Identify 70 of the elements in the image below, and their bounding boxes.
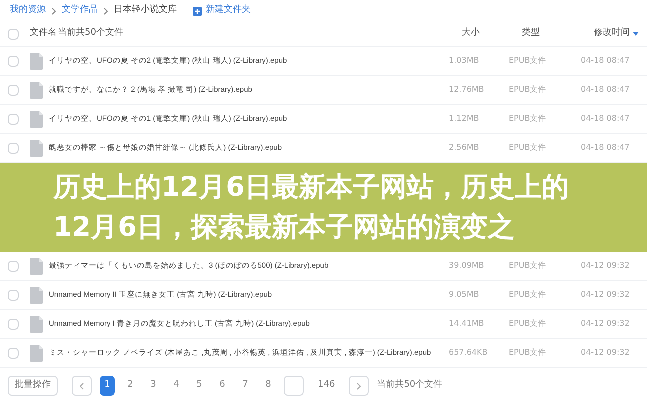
checkbox[interactable] — [8, 290, 19, 300]
file-icon — [30, 316, 43, 332]
bulk-action-button[interactable]: 批量操作 — [8, 376, 58, 396]
breadcrumb-link[interactable]: 文学作品 — [62, 4, 98, 18]
file-size: 1.12MB — [449, 113, 480, 125]
page-button[interactable]: 8 — [261, 376, 276, 396]
chevron-icon — [52, 8, 56, 14]
column-header[interactable]: 大小 — [462, 27, 522, 41]
file-size: 14.41MB — [449, 318, 486, 330]
next-page-button[interactable] — [349, 376, 370, 396]
checkbox[interactable] — [8, 142, 19, 154]
file-size: 2.56MB — [449, 142, 480, 154]
modified-time: 04-12 09:32 — [581, 318, 630, 330]
previous-page-button[interactable] — [72, 376, 92, 396]
file-icon — [30, 258, 43, 274]
banner-title: 历史上的12月6日最新本子网站，历史上的12月6日，探索最新本子网站的演变之 — [54, 170, 570, 244]
page-button[interactable]: 2 — [123, 376, 138, 396]
column-header[interactable]: 修改时间 — [594, 27, 639, 41]
checkbox[interactable] — [8, 28, 19, 40]
checkbox[interactable] — [8, 56, 19, 66]
file-type: EPUB文件 — [509, 260, 548, 272]
file-type: EPUB文件 — [509, 142, 548, 154]
checkbox[interactable] — [8, 318, 19, 330]
page-input[interactable] — [284, 376, 304, 396]
file-size: 39.09MB — [449, 260, 486, 272]
modified-time: 04-18 08:47 — [581, 113, 630, 125]
chevron-left-icon — [80, 382, 84, 390]
modified-time: 04-18 08:47 — [581, 84, 630, 96]
page-button[interactable]: 5 — [192, 376, 207, 396]
file-icon — [30, 286, 43, 304]
folder-plus-icon — [193, 6, 202, 16]
file-size: 12.76MB — [449, 84, 486, 96]
file-size: 9.05MB — [449, 289, 480, 301]
column-header[interactable]: 类型 — [522, 27, 594, 41]
checkbox[interactable] — [8, 84, 19, 96]
sort-caret-icon — [633, 32, 639, 36]
checkbox[interactable] — [8, 348, 19, 358]
file-type: EPUB文件 — [509, 113, 548, 125]
chevron-icon — [104, 8, 108, 14]
file-icon — [30, 82, 43, 98]
file-size: 657.64KB — [449, 347, 489, 359]
modified-time: 04-12 09:32 — [581, 260, 630, 272]
checkbox[interactable] — [8, 260, 19, 272]
file-type: EPUB文件 — [509, 318, 548, 330]
modified-time: 04-12 09:32 — [581, 289, 630, 301]
file-icon — [30, 110, 43, 128]
page-button[interactable]: 146 — [312, 376, 342, 396]
chevron-right-icon — [357, 382, 362, 390]
page-button[interactable]: 4 — [169, 376, 184, 396]
page-button[interactable]: 3 — [146, 376, 161, 396]
file-icon — [30, 344, 43, 362]
modified-time: 04-18 08:47 — [581, 142, 630, 154]
page-button[interactable]: 6 — [215, 376, 230, 396]
new-folder-button[interactable]: 新建文件夹 — [193, 4, 251, 18]
checkbox[interactable] — [8, 114, 19, 124]
page-button[interactable]: 7 — [238, 376, 253, 396]
file-type: EPUB文件 — [509, 55, 548, 67]
file-type: EPUB文件 — [509, 289, 548, 301]
modified-time: 04-18 08:47 — [581, 55, 630, 67]
file-count: 当前共50个文件 — [377, 379, 443, 392]
file-type: EPUB文件 — [509, 84, 548, 96]
file-size: 1.03MB — [449, 55, 480, 67]
column-header[interactable]: 文件名 — [30, 27, 58, 41]
breadcrumb-link[interactable]: 我的资源 — [10, 4, 46, 18]
page-button[interactable]: 1 — [100, 376, 115, 396]
modified-time: 04-12 09:32 — [581, 347, 630, 359]
file-count: 当前共50个文件 — [58, 27, 124, 40]
file-icon — [30, 52, 43, 70]
file-icon — [30, 140, 43, 156]
file-type: EPUB文件 — [509, 347, 548, 359]
